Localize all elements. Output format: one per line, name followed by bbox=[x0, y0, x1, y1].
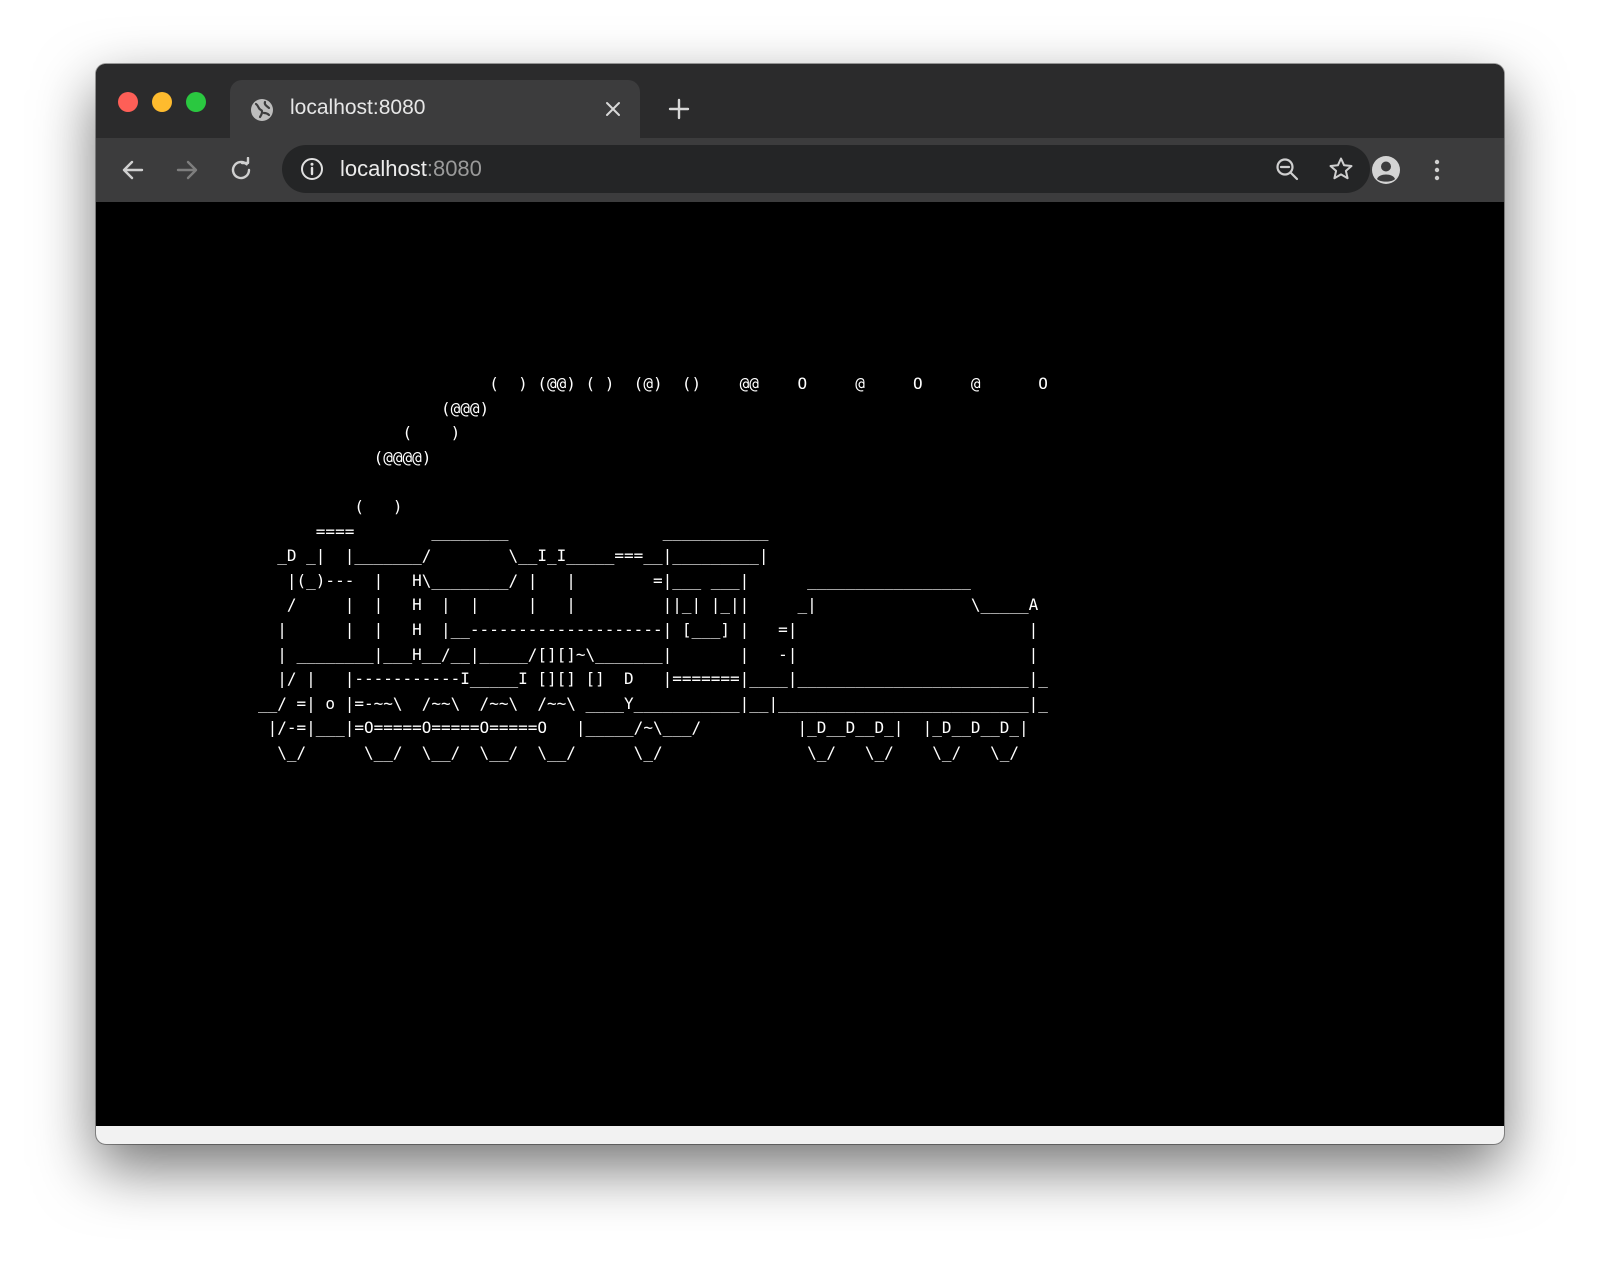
plus-icon[interactable] bbox=[668, 98, 690, 120]
url-host: localhost bbox=[340, 156, 427, 181]
kebab-menu-icon[interactable] bbox=[1424, 157, 1450, 183]
close-window-button[interactable] bbox=[118, 92, 138, 112]
url-text: localhost:8080 bbox=[340, 156, 482, 182]
ascii-train-art: ( ) (@@) ( ) (@) () @@ O @ O @ O (@@@) (… bbox=[258, 374, 1048, 762]
toolbar: localhost:8080 bbox=[96, 138, 1504, 202]
back-arrow-icon[interactable] bbox=[120, 157, 146, 183]
info-icon[interactable] bbox=[300, 157, 324, 181]
browser-window: localhost:8080 localhost:8080 () (@@) (… bbox=[96, 64, 1504, 1144]
maximize-window-button[interactable] bbox=[186, 92, 206, 112]
reload-icon[interactable] bbox=[228, 157, 254, 183]
forward-arrow-icon[interactable] bbox=[174, 157, 200, 183]
browser-tab[interactable]: localhost:8080 bbox=[230, 80, 640, 140]
account-icon[interactable] bbox=[1370, 154, 1402, 186]
tab-title: localhost:8080 bbox=[290, 96, 426, 119]
url-port: :8080 bbox=[426, 156, 482, 181]
star-icon[interactable] bbox=[1328, 156, 1354, 182]
window-bottom-edge bbox=[96, 1126, 1504, 1144]
zoom-out-icon[interactable] bbox=[1274, 156, 1300, 182]
page-content: ( ) (@@) ( ) (@) () @@ O @ O @ O (@@@) (… bbox=[96, 202, 1504, 1126]
address-bar[interactable]: localhost:8080 bbox=[282, 145, 1370, 193]
close-icon[interactable] bbox=[604, 100, 622, 118]
title-bar: localhost:8080 bbox=[96, 64, 1504, 140]
minimize-window-button[interactable] bbox=[152, 92, 172, 112]
globe-icon bbox=[251, 99, 273, 121]
